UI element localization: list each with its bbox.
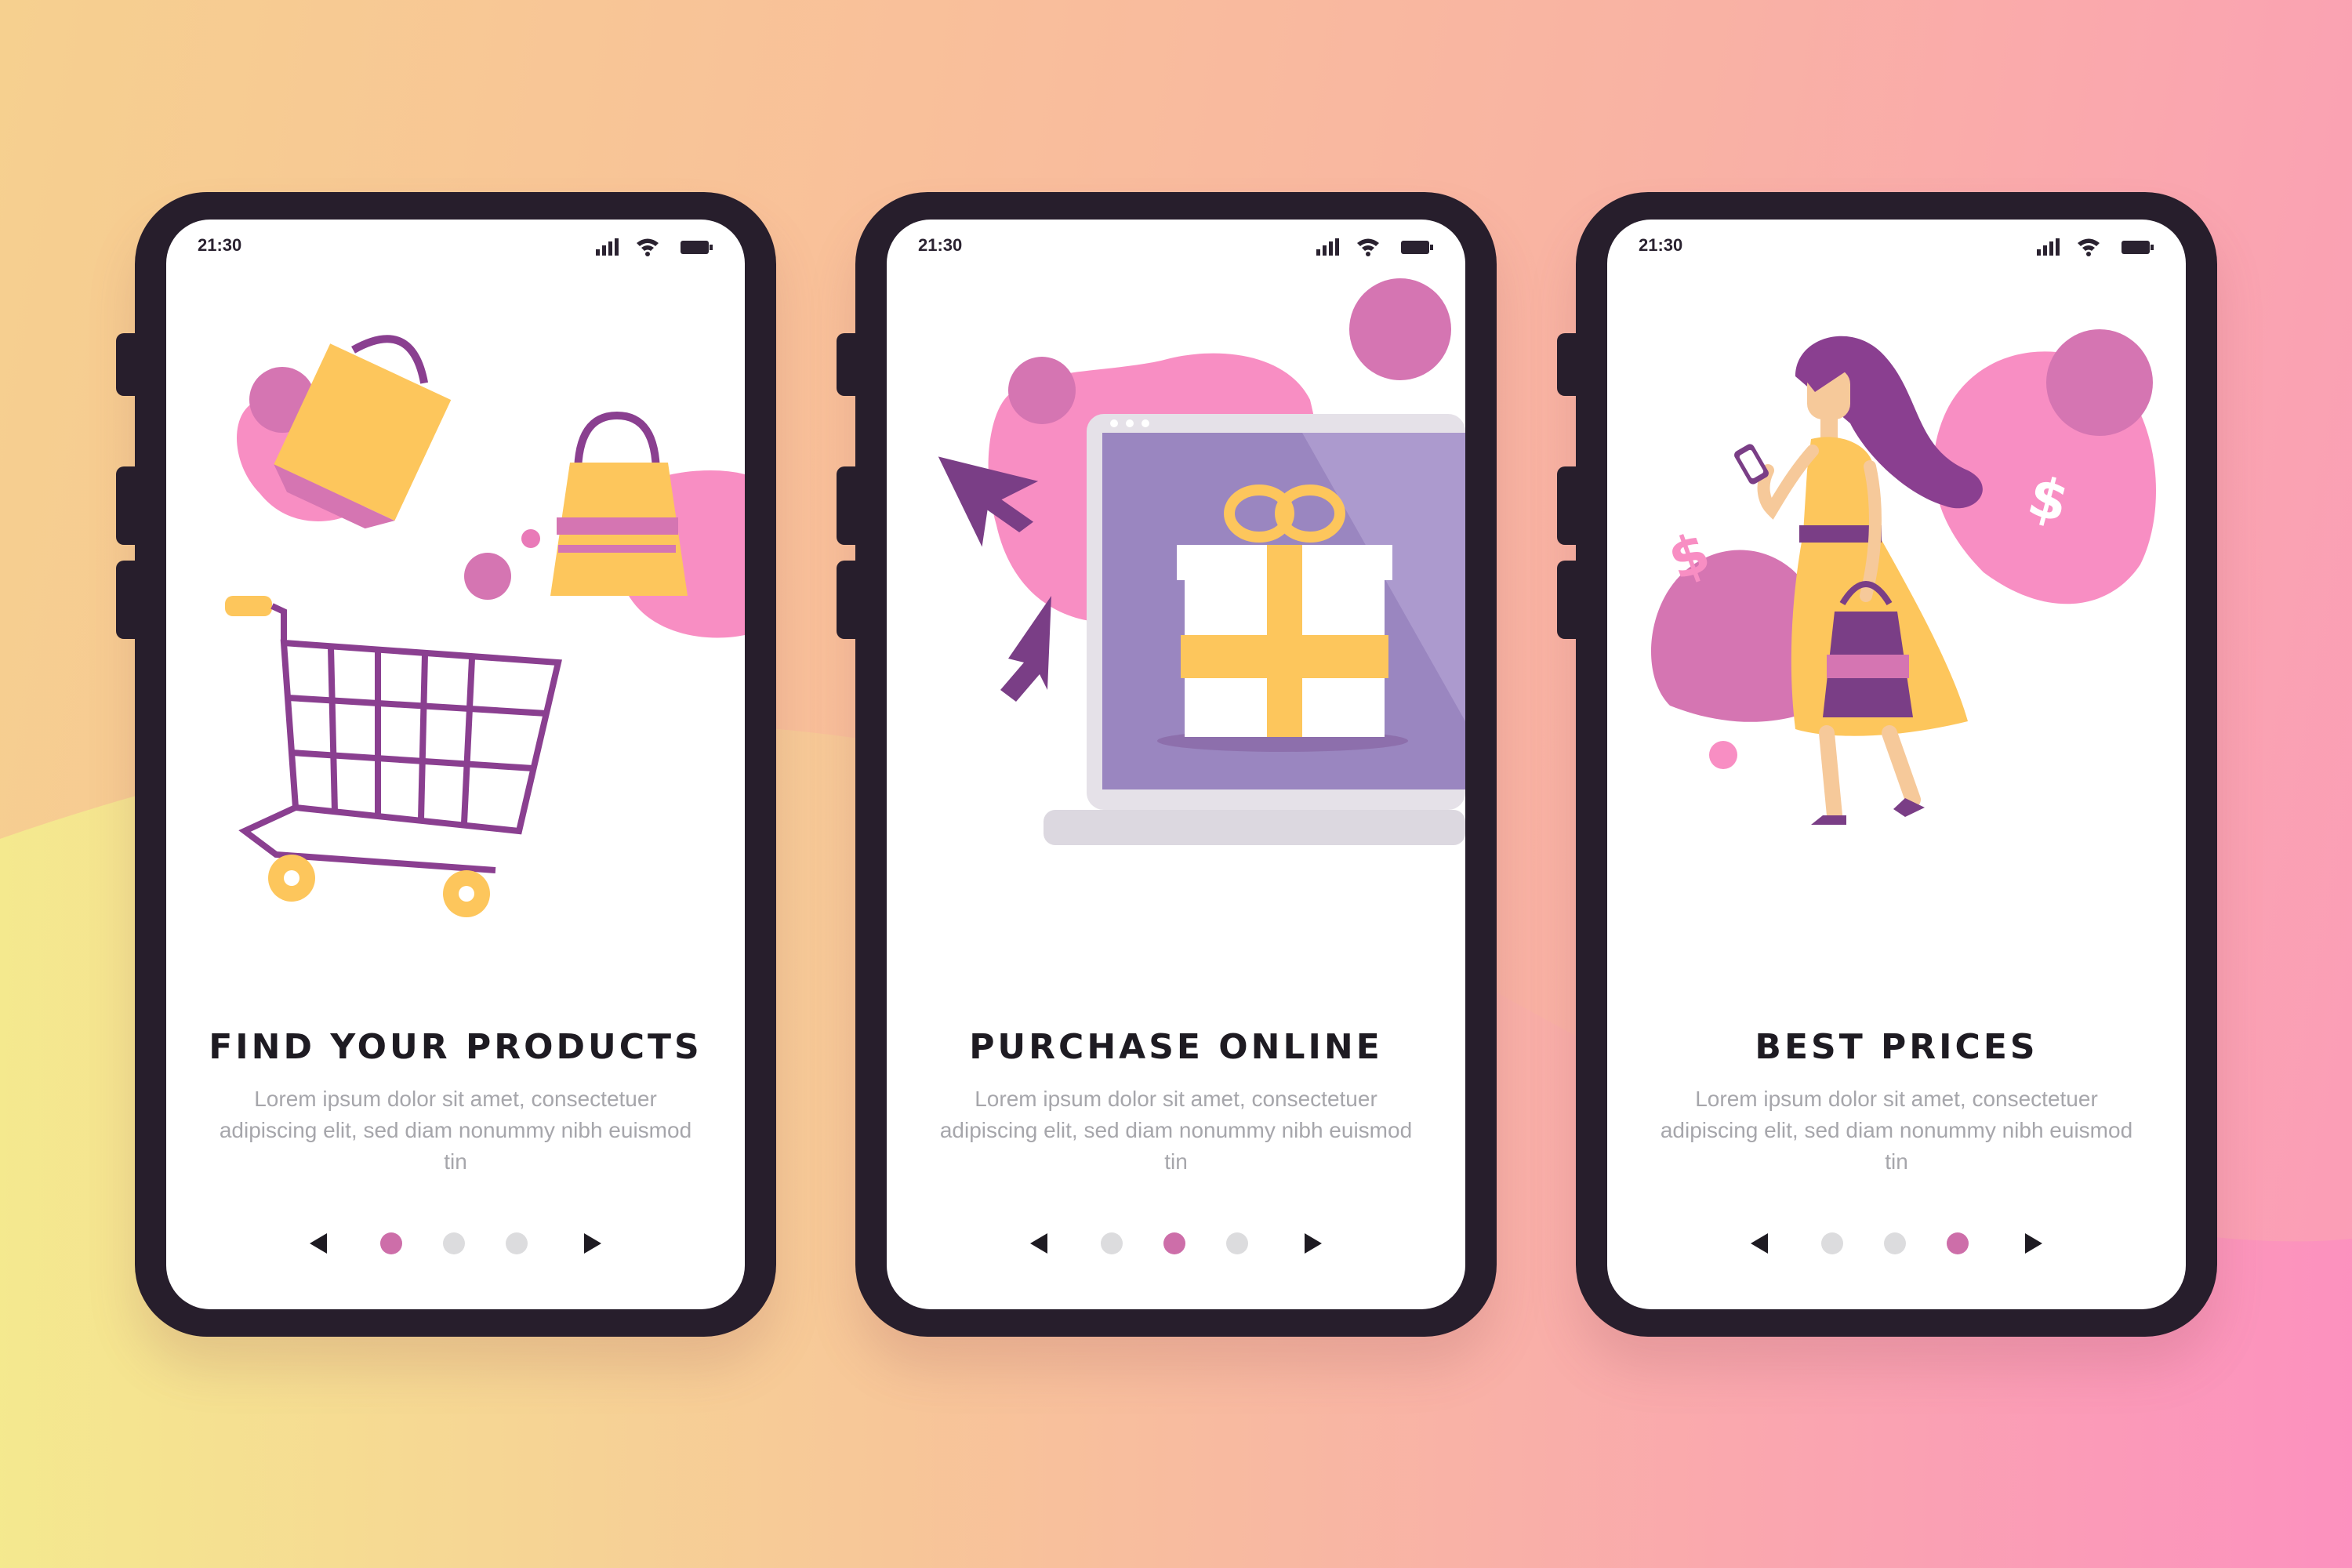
page-dot-3[interactable]	[506, 1232, 528, 1254]
onboarding-screen-2: 21:30 PURCHASE ONLINE Lorem ipsum dolor …	[887, 220, 1465, 1309]
page-dot-3[interactable]	[1947, 1232, 1969, 1254]
prev-arrow-icon[interactable]	[1030, 1233, 1047, 1254]
signal-icon	[1316, 238, 1339, 256]
prev-arrow-icon[interactable]	[310, 1233, 327, 1254]
dollar-icon: $	[1661, 520, 1719, 593]
phone-side-button	[1557, 333, 1581, 396]
pink-circle	[1349, 278, 1451, 380]
phone-side-button	[116, 561, 140, 639]
wifi-icon	[1357, 238, 1379, 256]
page-dot-1[interactable]	[1821, 1232, 1843, 1254]
pink-circle	[2046, 329, 2153, 436]
pagination	[1607, 1227, 2186, 1258]
pink-dot	[1709, 741, 1737, 769]
pagination	[166, 1227, 745, 1258]
page-description: Lorem ipsum dolor sit amet, consectetuer…	[939, 1087, 1413, 1174]
page-title: BEST PRICES	[1755, 1027, 2038, 1067]
pink-circle	[464, 553, 511, 600]
page-description: Lorem ipsum dolor sit amet, consectetuer…	[1660, 1087, 2133, 1174]
signal-icon	[2037, 238, 2060, 256]
pink-dot	[521, 529, 540, 548]
phone-1: 21:30 FIND YOUR PRODUCTS Lorem ipsum dol…	[116, 192, 776, 1337]
phone-2: 21:30 PURCHASE ONLINE Lorem ipsum dolor …	[837, 192, 1497, 1337]
purchase-illustration	[938, 278, 1465, 845]
shopping-illustration	[225, 335, 745, 917]
next-arrow-icon[interactable]	[2025, 1233, 2042, 1254]
status-time: 21:30	[1639, 235, 1683, 255]
prev-arrow-icon[interactable]	[1751, 1233, 1768, 1254]
next-arrow-icon[interactable]	[1305, 1233, 1322, 1254]
wifi-icon	[2078, 238, 2100, 256]
wifi-icon	[637, 238, 659, 256]
phone-3: 21:30 $ $ BEST PRICES Lorem ipsum dolor …	[1557, 192, 2217, 1337]
phone-side-button	[1557, 561, 1581, 639]
onboarding-screen-1: 21:30 FIND YOUR PRODUCTS Lorem ipsum dol…	[166, 220, 745, 1309]
battery-icon	[2122, 241, 2154, 254]
onboarding-screen-3: 21:30 $ $ BEST PRICES Lorem ipsum dolor …	[1607, 220, 2186, 1309]
page-dot-2[interactable]	[443, 1232, 465, 1254]
shopping-bag-icon	[550, 411, 688, 596]
page-description: Lorem ipsum dolor sit amet, consectetuer…	[219, 1087, 692, 1174]
shopping-cart-icon	[225, 596, 562, 873]
next-arrow-icon[interactable]	[584, 1233, 601, 1254]
woman-shopping-illustration: $ $	[1651, 329, 2156, 825]
pagination	[887, 1227, 1465, 1258]
battery-icon	[1401, 241, 1433, 254]
page-dot-3[interactable]	[1226, 1232, 1248, 1254]
status-time: 21:30	[198, 235, 242, 255]
page-dot-2[interactable]	[1163, 1232, 1185, 1254]
page-dot-1[interactable]	[1101, 1232, 1123, 1254]
pink-circle	[1008, 357, 1076, 424]
battery-icon	[681, 241, 713, 254]
phone-side-button	[837, 333, 860, 396]
cursor-arrow-icon	[1000, 596, 1051, 702]
phone-side-button	[116, 333, 140, 396]
page-dot-1[interactable]	[380, 1232, 402, 1254]
status-icons	[2037, 238, 2154, 256]
signal-icon	[596, 238, 619, 256]
phone-side-button	[1557, 466, 1581, 545]
status-icons	[1316, 238, 1433, 256]
page-dot-2[interactable]	[1884, 1232, 1906, 1254]
status-time: 21:30	[918, 235, 963, 255]
phone-side-button	[116, 466, 140, 545]
page-title: FIND YOUR PRODUCTS	[209, 1027, 702, 1067]
phone-side-button	[837, 466, 860, 545]
page-title: PURCHASE ONLINE	[969, 1027, 1383, 1067]
status-icons	[596, 238, 713, 256]
phone-side-button	[837, 561, 860, 639]
